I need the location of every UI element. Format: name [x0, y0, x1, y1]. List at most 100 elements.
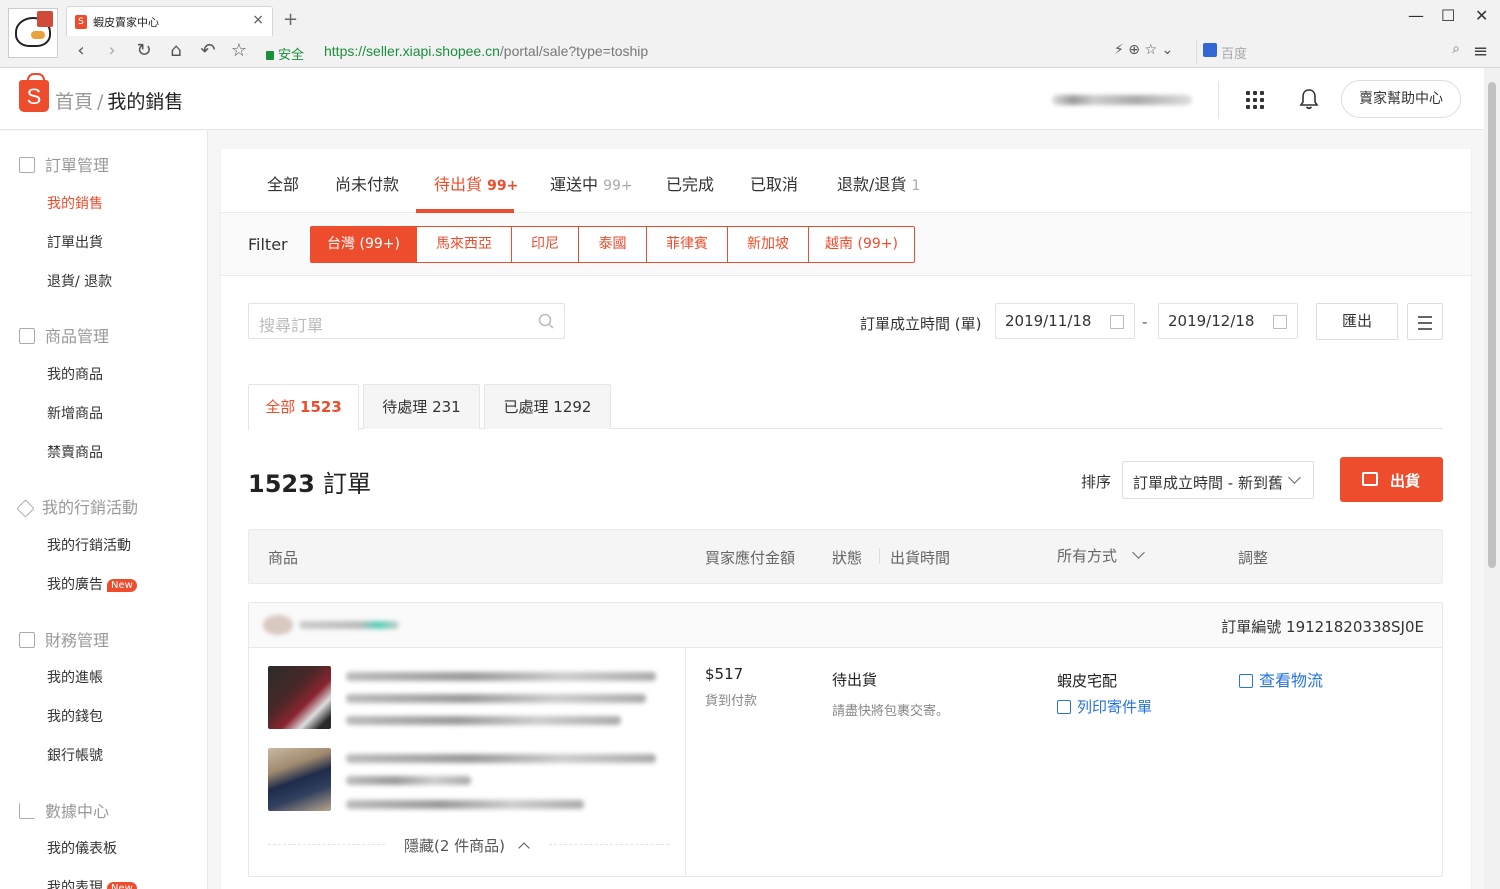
- chip-taiwan[interactable]: 台灣 (99+): [310, 226, 417, 263]
- secure-indicator[interactable]: 安全: [266, 44, 304, 63]
- tab-unpaid[interactable]: 尚未付款: [335, 171, 399, 195]
- tab-all[interactable]: 全部: [267, 171, 299, 195]
- back-icon[interactable]: ‹: [70, 40, 92, 61]
- breadcrumb: 首頁 / 我的銷售: [55, 87, 183, 114]
- chevron-up-icon: [518, 842, 530, 854]
- sidebar-item-banned-products[interactable]: 禁賣商品: [47, 442, 103, 462]
- tab-title: 蝦皮賣家中心: [93, 16, 159, 29]
- window-close-icon[interactable]: ✕: [1475, 6, 1488, 25]
- browser-tab[interactable]: S 蝦皮賣家中心 ×: [66, 6, 273, 36]
- chip-thailand[interactable]: 泰國: [579, 226, 647, 263]
- sort-label: 排序: [1081, 473, 1112, 491]
- chip-philippines[interactable]: 菲律賓: [647, 226, 728, 263]
- tab-close-icon[interactable]: ×: [252, 12, 264, 28]
- subtab-pending[interactable]: 待處理 231: [363, 384, 480, 429]
- chip-malaysia[interactable]: 馬來西亞: [417, 226, 512, 263]
- order-price: $517: [705, 665, 744, 683]
- sidebar-item-add-product[interactable]: 新增商品: [47, 403, 103, 423]
- browser-menu-icon[interactable]: ≡: [1473, 41, 1488, 62]
- clipboard-icon: [19, 157, 35, 173]
- scrollbar-thumb[interactable]: [1488, 82, 1496, 568]
- browser-search-box[interactable]: 百度 ⌕: [1196, 40, 1462, 64]
- maximize-icon[interactable]: ☐: [1441, 6, 1455, 25]
- address-bar[interactable]: https://seller.xiapi.shopee.cn/portal/sa…: [324, 43, 648, 59]
- sidebar-item-my-sales[interactable]: 我的銷售: [47, 193, 103, 213]
- wallet-icon: [19, 632, 35, 648]
- shopee-logo-icon[interactable]: S: [19, 73, 49, 112]
- new-tab-icon[interactable]: +: [283, 9, 298, 30]
- sort-select[interactable]: 訂單成立時間 - 新到舊: [1122, 461, 1314, 499]
- sidebar-item-returns[interactable]: 退貨/ 退款: [47, 271, 112, 291]
- col-method-filter[interactable]: 所有方式: [1057, 545, 1117, 566]
- home-icon[interactable]: ⌂: [165, 40, 187, 61]
- bookmark-star-icon[interactable]: ☆: [228, 40, 250, 61]
- order-search-input[interactable]: 搜尋訂單: [248, 303, 565, 339]
- buyer-info-blurred[interactable]: [263, 614, 403, 636]
- breadcrumb-home[interactable]: 首頁: [55, 91, 93, 113]
- main-panel: 全部 尚未付款 待出貨 99+ 運送中 99+ 已完成 已取消 退款/退貨 1 …: [221, 149, 1471, 889]
- ship-button[interactable]: 出貨: [1340, 457, 1443, 502]
- subtab-processed[interactable]: 已處理 1292: [484, 384, 611, 429]
- url-scheme: https://: [324, 43, 367, 59]
- lock-icon: [266, 51, 274, 60]
- page-scrollbar[interactable]: [1484, 68, 1500, 889]
- sidebar-item-order-shipping[interactable]: 訂單出貨: [47, 232, 103, 252]
- col-ship-time: 出貨時間: [890, 549, 951, 567]
- forward-icon[interactable]: ›: [101, 40, 123, 61]
- date-from-field[interactable]: 2019/11/18: [995, 303, 1135, 339]
- order-products: 隱藏(2 件商品): [249, 648, 686, 876]
- date-to-field[interactable]: 2019/12/18: [1158, 303, 1298, 339]
- document-search-icon: [1239, 674, 1253, 688]
- chip-vietnam[interactable]: 越南 (99+): [809, 226, 915, 263]
- printer-icon: [1057, 700, 1071, 714]
- tab-to-ship[interactable]: 待出貨 99+: [434, 171, 518, 195]
- chevron-down-icon[interactable]: [1132, 546, 1145, 559]
- sidebar-item-my-ads[interactable]: 我的廣告 New: [47, 574, 137, 594]
- undo-icon[interactable]: ↶: [197, 40, 219, 61]
- baidu-icon: [1203, 43, 1217, 57]
- new-badge: New: [107, 579, 137, 592]
- search-icon[interactable]: [538, 313, 554, 329]
- sidebar-item-my-income[interactable]: 我的進帳: [47, 667, 103, 687]
- export-button[interactable]: 匯出: [1316, 303, 1398, 340]
- sidebar-item-my-products[interactable]: 我的商品: [47, 364, 103, 384]
- product-thumbnail[interactable]: [268, 748, 331, 811]
- sidebar-item-performance[interactable]: 我的表現 New: [47, 877, 137, 889]
- order-card-header: 訂單編號 19121820338SJ0E: [249, 603, 1442, 648]
- sidebar-item-my-wallet[interactable]: 我的錢包: [47, 706, 103, 726]
- chevron-down-icon: [1288, 471, 1301, 484]
- subtab-all[interactable]: 全部 1523: [248, 384, 359, 430]
- order-status-tabs: 全部 尚未付款 待出貨 99+ 運送中 99+ 已完成 已取消 退款/退貨 1: [221, 149, 1471, 213]
- tab-refund-return[interactable]: 退款/退貨 1: [837, 171, 920, 195]
- reload-icon[interactable]: ↻: [133, 40, 155, 61]
- tag-icon: [16, 499, 35, 518]
- apps-grid-icon[interactable]: [1246, 91, 1264, 109]
- address-bar-tools-icons[interactable]: ⚡ ⊕ ☆ ⌄: [1114, 42, 1173, 58]
- tab-shipping[interactable]: 運送中 99+: [550, 171, 633, 195]
- printer-icon: [1362, 472, 1378, 486]
- product-thumbnail[interactable]: [268, 666, 331, 729]
- order-count-title: 1523 訂單: [248, 470, 372, 498]
- bag-icon: [19, 328, 35, 344]
- chip-singapore[interactable]: 新加坡: [728, 226, 809, 263]
- chart-icon: [19, 803, 35, 819]
- list-view-button[interactable]: [1407, 303, 1443, 340]
- chip-indonesia[interactable]: 印尼: [512, 226, 579, 263]
- search-icon[interactable]: ⌕: [1452, 41, 1460, 57]
- date-range-label: 訂單成立時間 (單): [860, 315, 982, 333]
- search-placeholder: 搜尋訂單: [259, 316, 324, 335]
- view-logistics-link[interactable]: 查看物流: [1239, 667, 1323, 691]
- tab-completed[interactable]: 已完成: [666, 171, 714, 195]
- print-waybill-link[interactable]: 列印寄件單: [1057, 696, 1152, 717]
- tab-cancelled[interactable]: 已取消: [750, 171, 798, 195]
- notification-bell-icon[interactable]: [1299, 88, 1319, 110]
- seller-help-center-button[interactable]: 賣家幫助中心: [1341, 80, 1461, 118]
- sidebar-item-dashboard[interactable]: 我的儀表板: [47, 838, 117, 858]
- sidebar-item-my-marketing[interactable]: 我的行銷活動: [47, 535, 131, 555]
- col-action: 調整: [1238, 549, 1269, 567]
- breadcrumb-separator: /: [97, 91, 104, 113]
- minimize-icon[interactable]: —: [1408, 6, 1424, 25]
- hide-products-toggle[interactable]: 隱藏(2 件商品): [404, 835, 530, 856]
- sidebar-item-bank-account[interactable]: 銀行帳號: [47, 745, 103, 765]
- account-name-blurred[interactable]: [1052, 95, 1192, 105]
